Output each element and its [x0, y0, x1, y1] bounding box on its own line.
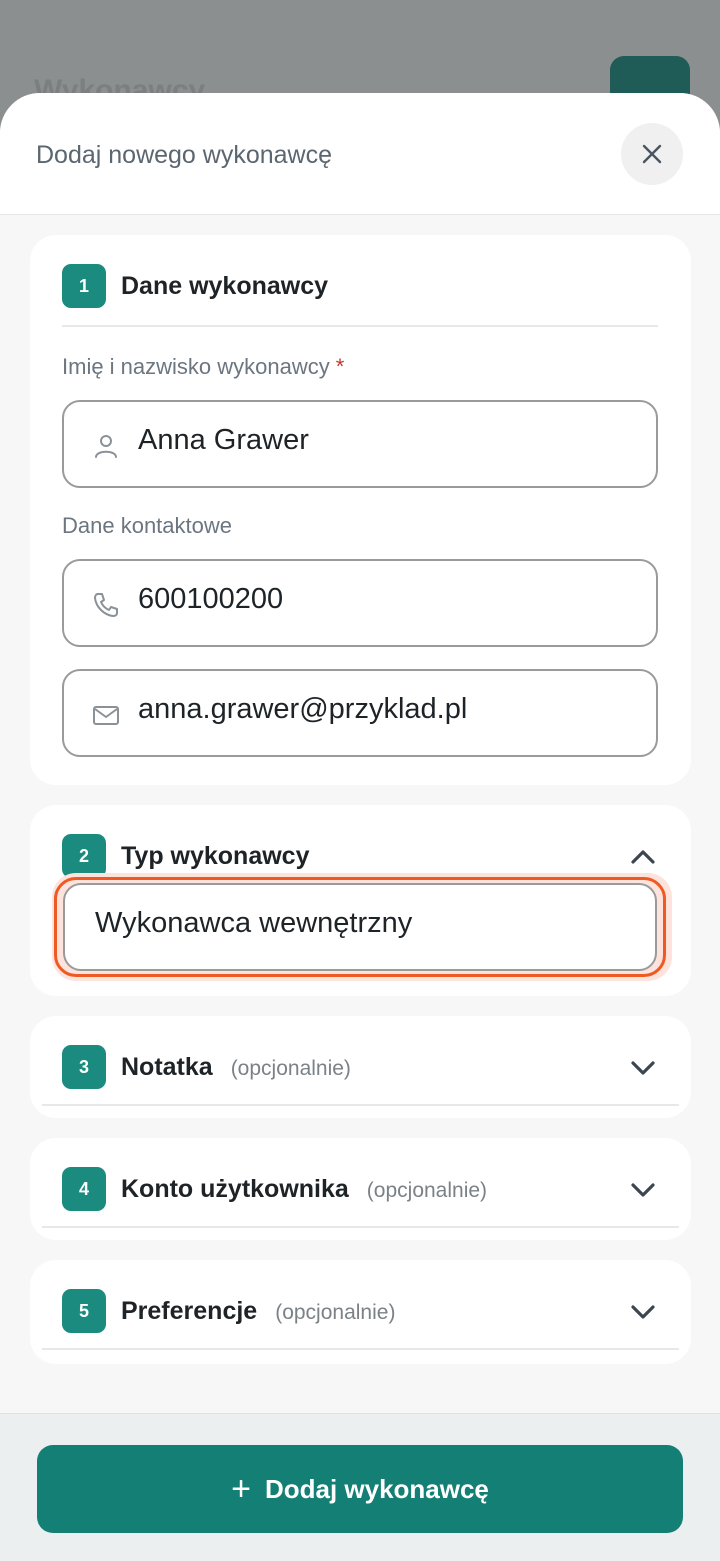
email-value: anna.grawer@przyklad.pl — [138, 693, 468, 725]
step-badge-1: 1 — [62, 264, 106, 308]
plus-icon: + — [231, 1470, 251, 1508]
section-divider — [62, 325, 658, 327]
step-badge-4: 4 — [62, 1167, 106, 1211]
mail-icon — [93, 706, 119, 725]
chevron-down-icon[interactable] — [629, 1176, 657, 1204]
name-input[interactable]: Anna Grawer — [62, 400, 658, 488]
section-divider — [42, 1348, 679, 1350]
sheet-footer: + Dodaj wykonawcę — [0, 1413, 720, 1561]
section-divider — [42, 1226, 679, 1228]
section-contractor-data: 1 Dane wykonawcy Imię i nazwisko wykonaw… — [30, 235, 691, 785]
chevron-up-icon[interactable] — [629, 843, 657, 871]
email-input[interactable]: anna.grawer@przyklad.pl — [62, 669, 658, 757]
phone-icon — [94, 593, 118, 617]
close-button[interactable] — [621, 123, 683, 185]
section-user-account[interactable]: 4 Konto użytkownika (opcjonalnie) — [30, 1138, 691, 1240]
add-contractor-sheet: Dodaj nowego wykonawcę 1 Dane wykonawcy … — [0, 93, 720, 1561]
section-title: Konto użytkownika (opcjonalnie) — [121, 1175, 488, 1203]
phone-input[interactable]: 600100200 — [62, 559, 658, 647]
step-badge-2: 2 — [62, 834, 106, 878]
name-value: Anna Grawer — [138, 424, 309, 456]
chevron-down-icon[interactable] — [629, 1298, 657, 1326]
user-icon — [95, 435, 117, 458]
name-label: Imię i nazwisko wykonawcy * — [62, 354, 345, 379]
phone-value: 600100200 — [138, 583, 284, 615]
dialog-title: Dodaj nowego wykonawcę — [36, 141, 333, 169]
sheet-header: Dodaj nowego wykonawcę — [0, 93, 720, 215]
step-badge-3: 3 — [62, 1045, 106, 1089]
close-icon — [642, 144, 662, 164]
section-title[interactable]: Typ wykonawcy — [121, 842, 310, 871]
section-contractor-type: 2 Typ wykonawcy Wykonawca wewnętrzny — [30, 805, 691, 996]
section-title: Preferencje (opcjonalnie) — [121, 1297, 396, 1325]
chevron-down-icon[interactable] — [629, 1054, 657, 1082]
contractor-type-value: Wykonawca wewnętrzny — [95, 907, 413, 939]
required-mark: * — [335, 354, 345, 379]
section-title: Notatka (opcjonalnie) — [121, 1053, 351, 1081]
section-title: Dane wykonawcy — [121, 272, 329, 300]
contact-label: Dane kontaktowe — [62, 513, 232, 538]
section-preferences[interactable]: 5 Preferencje (opcjonalnie) — [30, 1260, 691, 1364]
contractor-type-select[interactable]: Wykonawca wewnętrzny — [63, 883, 657, 971]
add-contractor-label: Dodaj wykonawcę — [264, 1473, 489, 1504]
step-badge-5: 5 — [62, 1289, 106, 1333]
add-contractor-button[interactable]: + Dodaj wykonawcę — [37, 1445, 683, 1533]
section-note[interactable]: 3 Notatka (opcjonalnie) — [30, 1016, 691, 1118]
section-divider — [42, 1104, 679, 1106]
